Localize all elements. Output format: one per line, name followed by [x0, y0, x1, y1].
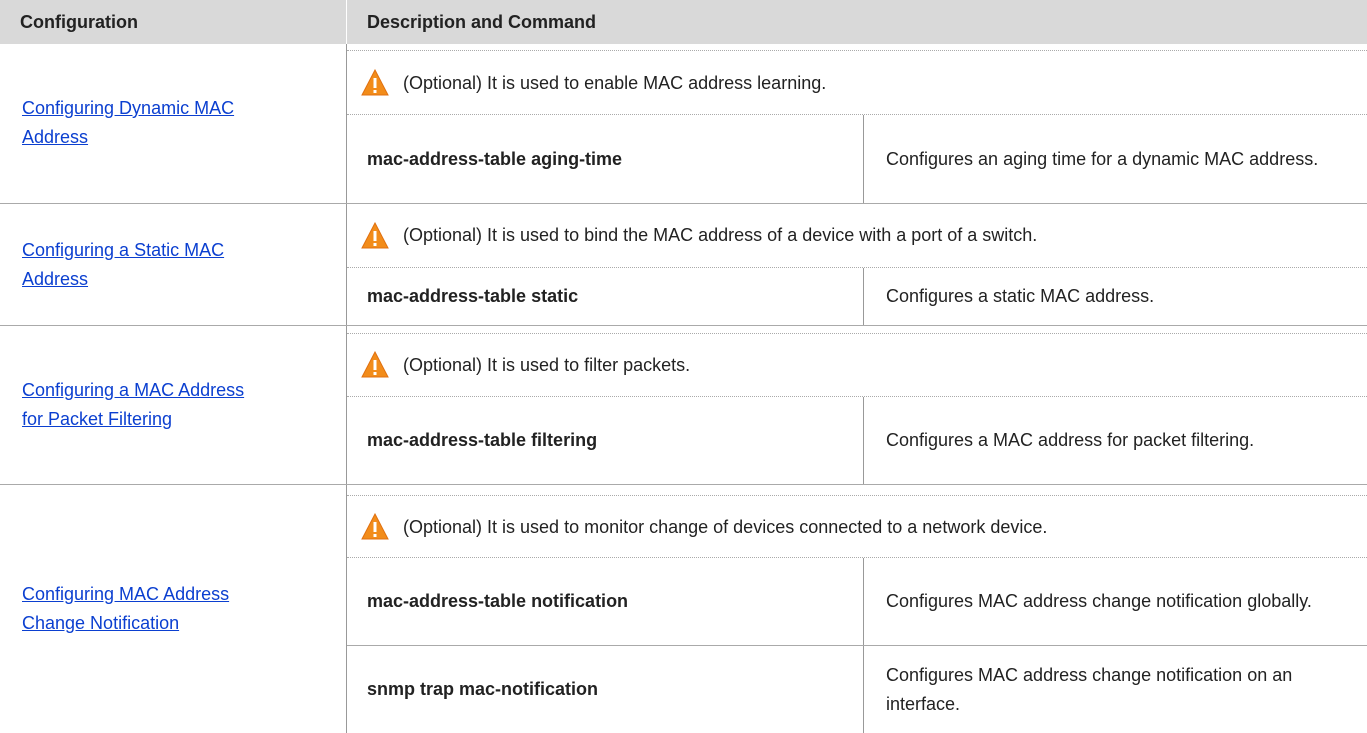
header-divider [346, 0, 347, 44]
description-notification-interface: Configures MAC address change notificati… [886, 664, 1293, 714]
row-4-note-top-border [347, 495, 1367, 496]
row-1-configuration-cell: Configuring Dynamic MAC Address [0, 44, 346, 202]
description-static: Configures a static MAC address. [886, 286, 1155, 306]
description-filtering: Configures a MAC address for packet filt… [886, 430, 1255, 450]
row-3-note-text: (Optional) It is used to filter packets. [403, 354, 691, 375]
row-1-note-text: (Optional) It is used to enable MAC addr… [403, 72, 827, 93]
row-4-note: (Optional) It is used to monitor change … [347, 497, 1367, 557]
header-description: Description and Command [347, 0, 1367, 44]
warning-triangle-icon [361, 351, 389, 378]
warning-triangle-icon [361, 221, 389, 248]
link-configuring-a-static-mac-address[interactable]: Configuring a Static MAC Address [0, 236, 224, 294]
link-configuring-mac-address-change-notification[interactable]: Configuring MAC Address Change Notificat… [0, 580, 229, 638]
row-3-note-top-border [347, 333, 1367, 334]
description-notification-global: Configures MAC address change notificati… [886, 591, 1312, 611]
warning-triangle-icon [361, 513, 389, 540]
link-configuring-a-mac-address-for-packet-filtering[interactable]: Configuring a MAC Address for Packet Fil… [0, 376, 244, 434]
command-mac-address-table-aging-time: mac-address-table aging-time [367, 148, 623, 169]
row-2-note-text: (Optional) It is used to bind the MAC ad… [403, 225, 1038, 245]
row-3-note: (Optional) It is used to filter packets. [347, 335, 1367, 395]
row-2-note: (Optional) It is used to bind the MAC ad… [347, 204, 1367, 267]
row-1-note-top-border [347, 50, 1367, 51]
row-3-configuration-cell: Configuring a MAC Address for Packet Fil… [0, 326, 346, 484]
command-mac-address-table-notification: mac-address-table notification [367, 591, 629, 611]
link-configuring-dynamic-mac-address[interactable]: Configuring Dynamic MAC Address [0, 94, 234, 152]
configuration-table: Configuration Description and Command Co… [0, 0, 1367, 733]
command-snmp-trap-mac-notification: snmp trap mac-notification [367, 679, 599, 699]
row-1-note: (Optional) It is used to enable MAC addr… [347, 52, 1367, 114]
row-2-configuration-cell: Configuring a Static MAC Address [0, 204, 346, 325]
description-aging-time: Configures an aging time for a dynamic M… [886, 148, 1319, 169]
row-4-configuration-cell: Configuring MAC Address Change Notificat… [0, 485, 346, 733]
command-mac-address-table-static: mac-address-table static [367, 286, 579, 306]
command-mac-address-table-filtering: mac-address-table filtering [367, 430, 598, 450]
row-4-note-text: (Optional) It is used to monitor change … [403, 516, 1048, 537]
warning-triangle-icon [361, 69, 389, 96]
header-configuration: Configuration [0, 0, 346, 44]
